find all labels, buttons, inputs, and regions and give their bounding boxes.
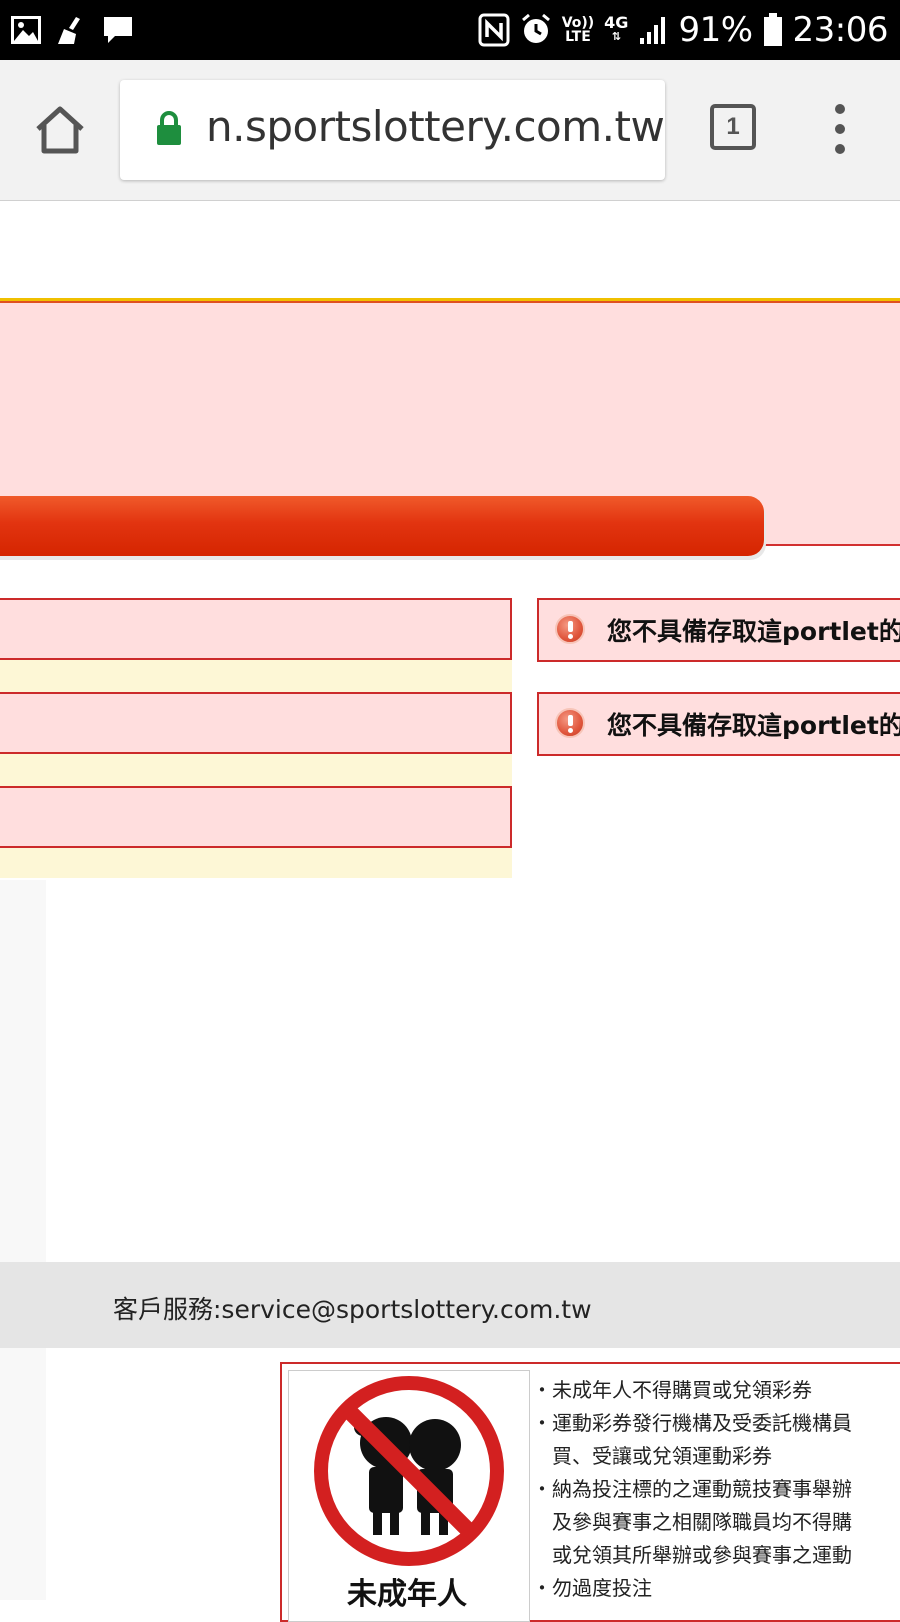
navigation-bar[interactable] — [0, 496, 764, 556]
message-icon — [104, 17, 132, 43]
cleaner-icon — [58, 17, 80, 44]
minor-warning-panel: 未成年人 ・未成年人不得購買或兌領彩券 ・運動彩券發行機構及受委託機構員 買、受… — [280, 1362, 900, 1622]
no-minors-image: 未成年人 — [288, 1370, 530, 1622]
portlet-box — [0, 786, 512, 848]
clock: 23:06 — [792, 10, 889, 50]
tab-count: 1 — [726, 113, 740, 140]
warning-line: 買、受讓或兌領運動彩券 — [532, 1444, 772, 1468]
overflow-menu-button[interactable] — [826, 104, 856, 154]
banner-top-line — [0, 301, 900, 303]
error-text: 您不具備存取這portlet的 — [607, 711, 900, 740]
warning-list: ・未成年人不得購買或兌領彩券 ・運動彩券發行機構及受委託機構員 買、受讓或兌領運… — [532, 1374, 900, 1605]
gallery-icon — [11, 16, 41, 44]
warning-line: 或兌領其所舉辦或參與賽事之運動 — [532, 1543, 852, 1567]
portlet-column-left — [0, 598, 512, 878]
warning-caption: 未成年人 — [347, 1577, 467, 1612]
status-bar: Vo)) LTE 4G ⇅ 91% 23:06 — [0, 0, 900, 60]
footer-bar: 客戶服務:service@sportslottery.com.tw — [0, 1262, 900, 1348]
network-type-text: 4G — [604, 13, 629, 32]
error-icon — [555, 614, 585, 644]
network-4g-icon: 4G ⇅ — [604, 13, 629, 44]
portlet-error-message: 您不具備存取這portlet的 — [537, 692, 900, 756]
portlet-error-message: 您不具備存取這portlet的 — [537, 598, 900, 662]
portlet-box — [0, 598, 512, 660]
home-button[interactable] — [30, 100, 90, 160]
lock-icon — [157, 111, 181, 145]
alarm-icon — [521, 13, 550, 43]
address-bar[interactable]: n.sportslottery.com.tw — [120, 80, 665, 180]
page-left-margin — [0, 880, 46, 1600]
volte-bottom-text: LTE — [565, 29, 591, 45]
nfc-icon — [478, 13, 510, 47]
warning-line: ・運動彩券發行機構及受委託機構員 — [532, 1411, 852, 1435]
status-right-icons: Vo)) LTE 4G ⇅ 91% 23:06 — [478, 8, 889, 52]
url-text: n.sportslottery.com.tw — [206, 102, 665, 151]
warning-line: ・勿過度投注 — [532, 1576, 652, 1600]
customer-service-text: 客戶服務:service@sportslottery.com.tw — [113, 1295, 592, 1324]
menu-dot — [835, 104, 845, 114]
menu-dot — [835, 124, 845, 134]
status-left-icons — [10, 12, 134, 48]
battery-percent: 91% — [678, 10, 753, 50]
battery-icon — [763, 13, 782, 46]
signal-icon — [640, 17, 666, 44]
error-icon — [555, 708, 585, 738]
menu-dot — [835, 144, 845, 154]
tabs-button[interactable]: 1 — [710, 104, 756, 150]
home-icon — [36, 106, 84, 154]
data-arrows: ⇅ — [611, 30, 621, 43]
volte-top-text: Vo)) — [561, 15, 595, 31]
portlet-box — [0, 692, 512, 754]
warning-line: 及參與賽事之相關隊職員均不得購 — [532, 1510, 852, 1534]
error-text: 您不具備存取這portlet的 — [607, 617, 900, 646]
volte-icon: Vo)) LTE — [562, 16, 594, 44]
no-minors-icon — [314, 1376, 504, 1566]
browser-toolbar: n.sportslottery.com.tw 1 — [0, 60, 900, 201]
warning-line: ・納為投注標的之運動競技賽事舉辦 — [532, 1477, 852, 1501]
warning-line: ・未成年人不得購買或兌領彩券 — [532, 1378, 812, 1402]
